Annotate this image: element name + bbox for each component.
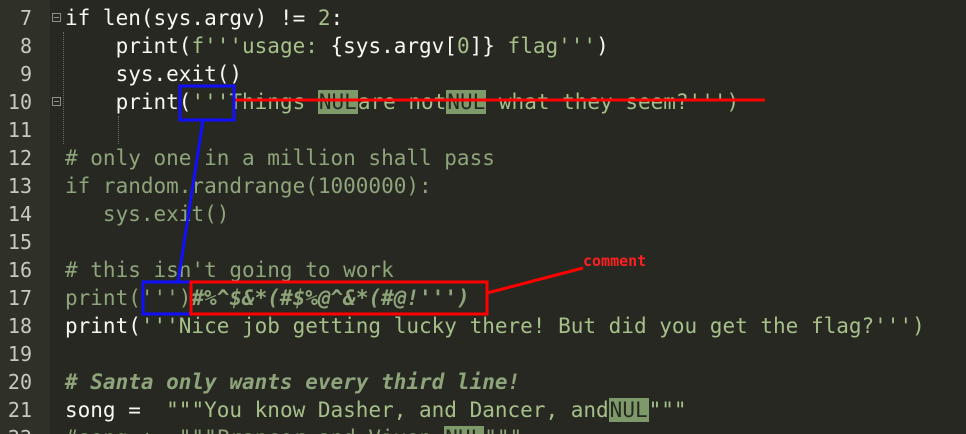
line-number: 12 <box>7 146 32 170</box>
line-number: 11 <box>7 118 32 142</box>
code-text: sys.exit() <box>65 200 229 228</box>
line-number: 19 <box>7 342 32 366</box>
line-number: 17 <box>7 286 32 310</box>
code-token: ]} <box>469 34 495 58</box>
code-line[interactable]: 9 sys.exit() <box>0 60 966 88</box>
code-token: # this isn't going to work <box>65 258 394 282</box>
nul-char-badge: NUL <box>608 398 649 422</box>
code-editor[interactable]: 7 if len(sys.argv) != 2: 8 print(f'''usage… <box>0 0 966 434</box>
code-text: if random.randrange(1000000): <box>65 172 432 200</box>
code-token: {sys.argv[ <box>330 34 457 58</box>
code-token: sys.exit() <box>65 62 243 86</box>
code-token: ) <box>596 34 609 58</box>
code-text: # Santa only wants every third line! <box>65 368 520 396</box>
code-token: # Santa only wants every third line! <box>65 370 521 394</box>
line-number: 15 <box>7 230 32 254</box>
code-token: # only one in a million shall pass <box>65 146 495 170</box>
code-token: #%^$&*(#$%@^&*(#@!''') <box>191 286 470 310</box>
code-token: ) <box>178 286 192 310</box>
code-token: ''' <box>140 286 179 310</box>
code-text: print(''')#%^$&*(#$%@^&*(#@!''') <box>65 284 470 312</box>
code-token: print( <box>65 34 192 58</box>
code-line[interactable]: 13 if random.randrange(1000000): <box>0 172 966 200</box>
nul-char-badge: NUL <box>317 90 358 114</box>
nul-char-badge: NUL <box>446 90 487 114</box>
code-token: if random.randrange(1000000): <box>65 174 432 198</box>
line-number: 20 <box>7 370 32 394</box>
line-number: 7 <box>19 6 32 30</box>
code-text: # this isn't going to work <box>65 256 394 284</box>
code-line[interactable]: 7 if len(sys.argv) != 2: <box>0 4 966 32</box>
code-token: """ <box>484 426 522 434</box>
code-token: """You know Dasher, and Dancer, and <box>153 398 609 422</box>
line-number: 16 <box>7 258 32 282</box>
code-text: if len(sys.argv) != 2: <box>65 4 343 32</box>
fold-toggle-icon[interactable] <box>52 13 61 22</box>
code-text: print('''Nice job getting lucky there! B… <box>65 312 925 340</box>
code-token: #song += """Prancer and Vixen, <box>65 426 444 434</box>
code-token: song = <box>65 398 154 422</box>
code-token: '''Things <box>191 90 318 114</box>
code-token: """ <box>648 398 687 422</box>
code-token: print( <box>65 90 192 114</box>
code-token: print( <box>65 314 141 338</box>
code-line[interactable]: 8 print(f'''usage: {sys.argv[0]} flag'''… <box>0 32 966 60</box>
code-line[interactable]: 11 <box>0 116 966 144</box>
code-line[interactable]: 12 # only one in a million shall pass <box>0 144 966 172</box>
line-number: 21 <box>7 398 32 422</box>
code-line[interactable]: 14 sys.exit() <box>0 200 966 228</box>
code-token: sys.exit() <box>65 202 230 226</box>
line-number: 8 <box>19 34 32 58</box>
code-token: print( <box>65 286 141 310</box>
code-text: #song += """Prancer and Vixen,NUL""" <box>65 424 522 434</box>
comment-annotation-label: comment <box>583 252 647 270</box>
fold-toggle-icon[interactable] <box>52 97 61 106</box>
code-text: # only one in a million shall pass <box>65 144 495 172</box>
code-token: what they seem?''') <box>486 90 740 114</box>
code-line[interactable]: 21 song = """You know Dasher, and Dancer,… <box>0 396 966 424</box>
code-line[interactable]: 17 print(''')#%^$&*(#$%@^&*(#@!''') <box>0 284 966 312</box>
code-token: '''Nice job getting lucky there! But did… <box>140 314 925 338</box>
line-number: 22 <box>0 424 32 434</box>
code-token: 0 <box>456 34 470 58</box>
line-number: 18 <box>7 314 32 338</box>
code-text: print('''Things NULare notNUL what they … <box>65 88 739 116</box>
line-number: 10 <box>7 90 32 114</box>
line-number: 9 <box>19 62 32 86</box>
code-line[interactable]: 16 # this isn't going to work <box>0 256 966 284</box>
indent-guide <box>118 116 120 144</box>
code-line[interactable]: 20 # Santa only wants every third line! <box>0 368 966 396</box>
code-text: print(f'''usage: {sys.argv[0]} flag''') <box>65 32 609 60</box>
code-token: if len(sys.argv) != <box>65 6 318 30</box>
code-line[interactable]: 22 #song += """Prancer and Vixen,NUL""" <box>0 424 966 434</box>
line-number: 13 <box>7 174 32 198</box>
code-text: sys.exit() <box>65 60 242 88</box>
code-line[interactable]: 18 print('''Nice job getting lucky there!… <box>0 312 966 340</box>
nul-char-badge: NUL <box>444 426 485 434</box>
code-token: flag''' <box>494 34 597 58</box>
code-token: : <box>330 6 344 30</box>
code-token: are not <box>357 90 447 114</box>
line-number: 14 <box>7 202 32 226</box>
code-line[interactable]: 19 <box>0 340 966 368</box>
code-token: f'''usage: <box>191 34 331 58</box>
code-line[interactable]: 15 <box>0 228 966 256</box>
code-token: 2 <box>317 6 331 30</box>
code-text: song = """You know Dasher, and Dancer, a… <box>65 396 687 424</box>
indent-guide <box>63 32 65 144</box>
code-line[interactable]: 10 print('''Things NULare notNUL what th… <box>0 88 966 116</box>
